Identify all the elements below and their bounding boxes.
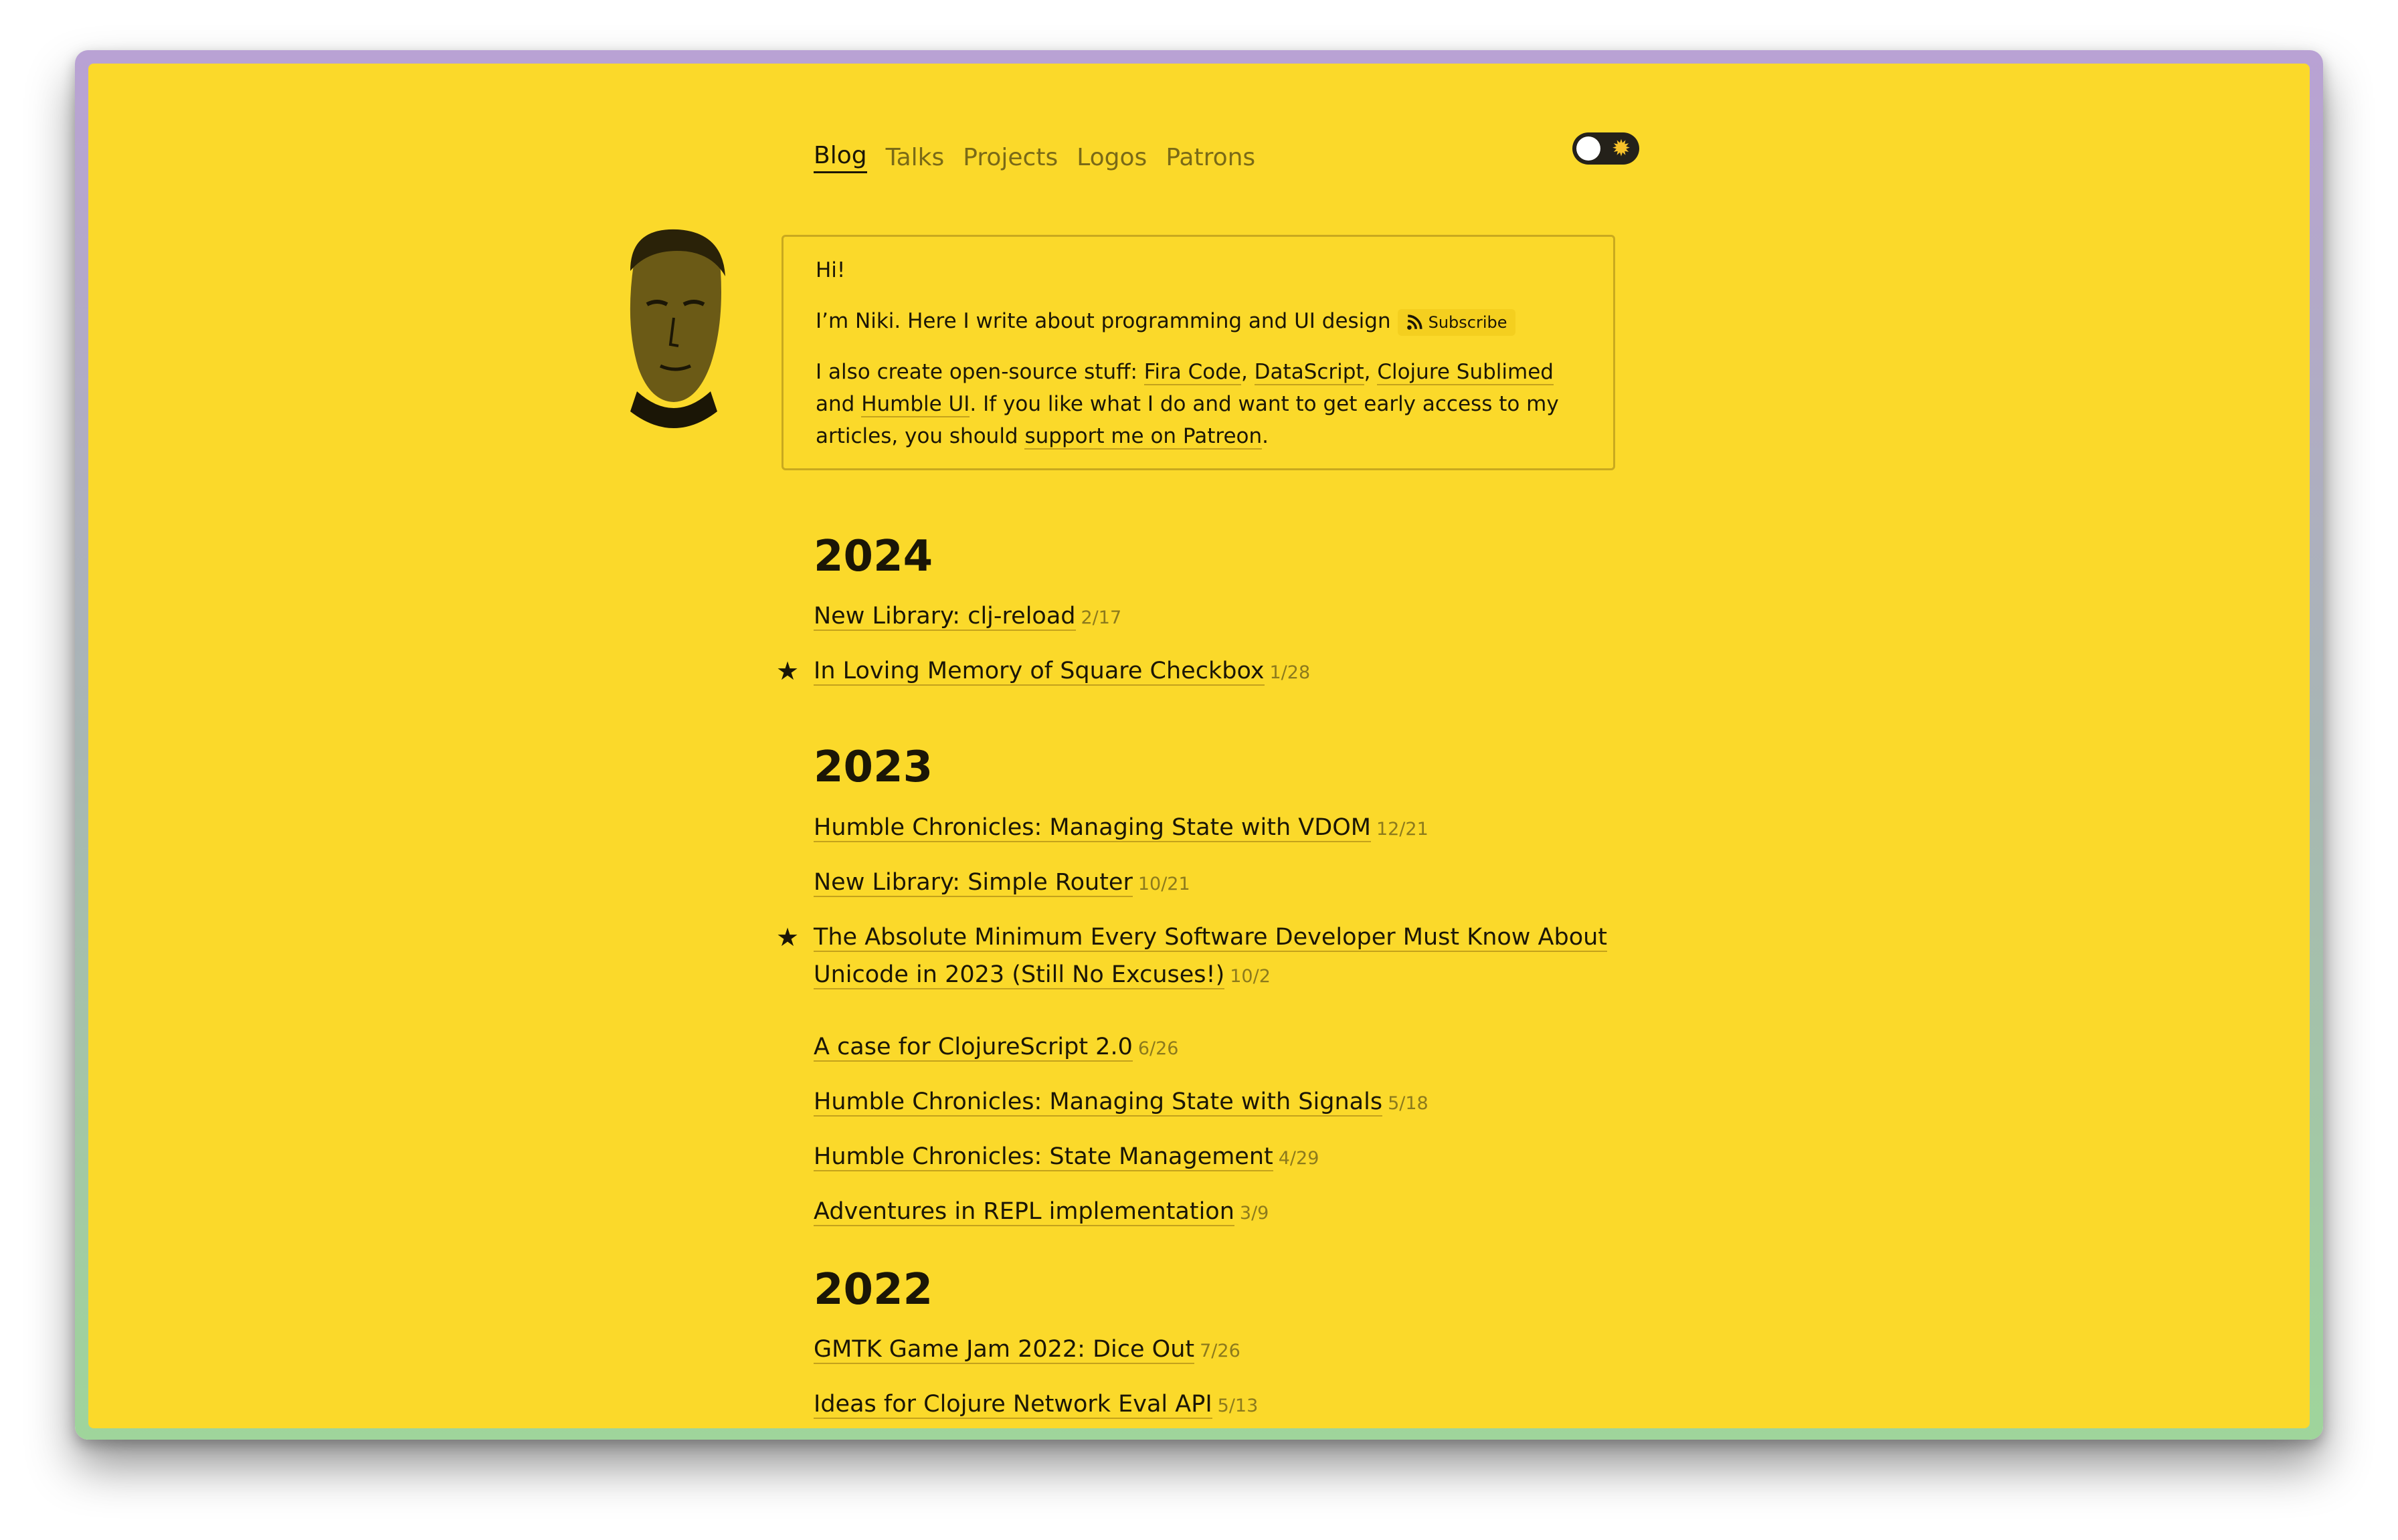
post-item[interactable]: A case for ClojureScript 2.0 6/26 [814, 1028, 1657, 1068]
post-title[interactable]: Adventures in REPL implementation [814, 1198, 1234, 1226]
post-title[interactable]: New Library: clj-reload [814, 603, 1076, 631]
post-date: 2/17 [1081, 607, 1122, 628]
projects-prefix: I also create open-source stuff: [816, 360, 1144, 384]
projects-end: . [1262, 424, 1269, 448]
subscribe-label: Subscribe [1428, 312, 1507, 332]
nav-logos[interactable]: Logos [1077, 144, 1147, 171]
post-item[interactable]: New Library: Simple Router 10/21 [814, 864, 1657, 903]
theme-toggle[interactable]: ✹ [1572, 132, 1639, 165]
greeting: Hi! [816, 258, 846, 282]
intro-line: I’m Niki. Here I write about programming… [816, 305, 1581, 337]
nav-patrons[interactable]: Patrons [1166, 144, 1255, 171]
post-title[interactable]: Humble Chronicles: State Management [814, 1143, 1273, 1171]
sun-icon: ✹ [1611, 135, 1631, 162]
post-title[interactable]: A case for ClojureScript 2.0 [814, 1034, 1133, 1062]
link-datascript[interactable]: DataScript [1254, 360, 1364, 385]
post-date: 5/13 [1217, 1395, 1259, 1416]
page: Blog Talks Projects Logos Patrons ✹ Hi! … [88, 64, 2310, 1428]
post-date: 6/26 [1137, 1038, 1179, 1059]
post-item[interactable]: Humble Chronicles: Managing State with V… [814, 809, 1657, 848]
nav-talks[interactable]: Talks [886, 144, 945, 171]
link-humble-ui[interactable]: Humble UI [861, 392, 970, 417]
post-date: 12/21 [1376, 819, 1428, 840]
link-fira-code[interactable]: Fira Code [1143, 360, 1241, 385]
post-item[interactable]: New Library: clj-reload 2/17 [814, 597, 1657, 637]
post-item[interactable]: GMTK Game Jam 2022: Dice Out 7/26 [814, 1331, 1657, 1370]
post-title[interactable]: In Loving Memory of Square Checkbox [814, 658, 1265, 686]
post-title[interactable]: GMTK Game Jam 2022: Dice Out [814, 1336, 1195, 1364]
star-icon: ★ [776, 923, 800, 952]
toggle-knob [1576, 136, 1600, 161]
separator: and [816, 392, 862, 416]
post-date: 10/2 [1230, 966, 1271, 987]
post-title-continued[interactable]: Unicode in 2023 (Still No Excuses!) [814, 961, 1225, 989]
top-nav: Blog Talks Projects Logos Patrons ✹ [814, 130, 1650, 184]
post-title[interactable]: Humble Chronicles: Managing State with V… [814, 814, 1371, 842]
post-title[interactable]: Humble Chronicles: Managing State with S… [814, 1088, 1383, 1117]
year-heading: 2024 [814, 532, 933, 581]
post-item[interactable]: Adventures in REPL implementation 3/9 [814, 1193, 1657, 1232]
post-title[interactable]: Ideas for Clojure Network Eval API [814, 1391, 1212, 1419]
post-date: 3/9 [1239, 1203, 1269, 1224]
intro-text: I’m Niki. Here I write about programming… [816, 309, 1391, 333]
post-date: 10/21 [1137, 874, 1190, 894]
link-clojure-sublimed[interactable]: Clojure Sublimed [1377, 360, 1554, 385]
post-date: 4/29 [1278, 1148, 1319, 1169]
link-patreon[interactable]: support me on Patreon [1024, 424, 1263, 450]
year-heading: 2023 [814, 743, 933, 792]
star-icon: ★ [776, 656, 800, 686]
post-item[interactable]: Humble Chronicles: State Management 4/29 [814, 1138, 1657, 1177]
post-item[interactable]: ★ In Loving Memory of Square Checkbox 1/2… [776, 652, 1657, 692]
rss-icon [1406, 314, 1422, 330]
post-item[interactable]: Humble Chronicles: Managing State with S… [814, 1083, 1657, 1123]
subscribe-button[interactable]: Subscribe [1397, 308, 1515, 336]
intro-box: Hi! I’m Niki. Here I write about program… [781, 235, 1615, 470]
separator: , [1364, 360, 1378, 384]
post-title[interactable]: New Library: Simple Router [814, 869, 1133, 897]
post-date: 7/26 [1200, 1341, 1240, 1361]
post-item[interactable]: Ideas for Clojure Network Eval API 5/13 [814, 1385, 1657, 1425]
year-heading: 2022 [814, 1265, 933, 1315]
separator: , [1240, 360, 1255, 384]
post-title[interactable]: The Absolute Minimum Every Software Deve… [814, 924, 1608, 952]
post-date: 1/28 [1269, 662, 1311, 683]
post-item[interactable]: ★ The Absolute Minimum Every Software De… [776, 919, 1657, 995]
post-date: 5/18 [1388, 1093, 1428, 1114]
nav-projects[interactable]: Projects [963, 144, 1058, 171]
avatar [630, 229, 725, 428]
intro-projects: I also create open-source stuff: Fira Co… [816, 356, 1581, 452]
nav-blog[interactable]: Blog [814, 142, 867, 173]
